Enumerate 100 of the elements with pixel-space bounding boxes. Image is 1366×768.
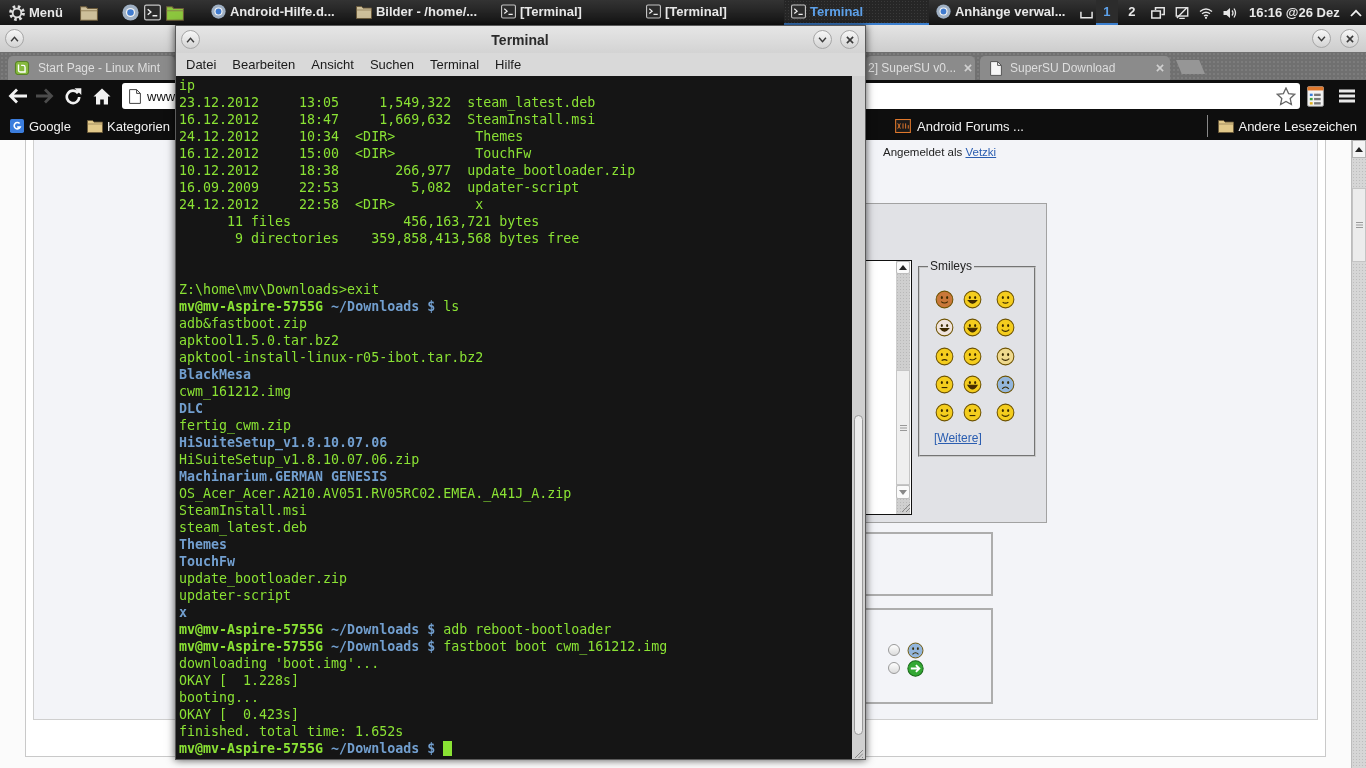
wifi-icon[interactable] (1198, 6, 1213, 19)
minimize-button[interactable] (1312, 29, 1331, 48)
more-smileys-link[interactable]: [Weitere] (934, 431, 982, 446)
browser-icon[interactable] (121, 4, 139, 21)
radio-button[interactable] (888, 644, 900, 656)
bookmark-item[interactable]: Android Forums ... (895, 115, 1024, 137)
close-button[interactable] (840, 30, 859, 49)
terminal-line: OS_Acer_Acer.A210.AV051.RV05RC02.EMEA._A41J_A.zip (179, 485, 572, 502)
terminal-line: 9 directories 359,858,413,568 bytes free (234, 230, 580, 247)
arrow-right-icon[interactable] (907, 659, 924, 677)
menu-item[interactable]: Datei (178, 54, 225, 75)
task-button[interactable]: [Terminal] (493, 0, 639, 25)
scrollbar-thumb[interactable] (854, 415, 863, 735)
maximize-button[interactable] (181, 30, 200, 49)
triangle-up-icon (1355, 146, 1363, 152)
logo-icon (14, 61, 30, 75)
smiley-icon[interactable] (963, 318, 982, 338)
terminal-line: 16.09.2009 22:53 5,082 updater-script (179, 179, 580, 196)
maximize-button[interactable] (5, 29, 24, 48)
windows-icon[interactable] (1150, 6, 1165, 19)
scroll-up-button[interactable] (896, 261, 910, 274)
address-field[interactable] (866, 83, 1300, 109)
bookmark-item[interactable]: Google (9, 115, 83, 137)
menu-button[interactable]: Menü (9, 1, 63, 24)
smiley-icon[interactable] (963, 346, 982, 366)
document-icon[interactable] (1307, 85, 1324, 107)
terminal-line: 23.12.2012 13:05 1,549,322 steam_latest.deb (179, 94, 596, 111)
task-button[interactable]: [Terminal] (638, 0, 784, 25)
menu-item[interactable]: Suchen (361, 54, 422, 75)
back-arrow-icon[interactable] (8, 88, 28, 104)
terminal-line: apktool1.5.0.tar.bz2 (179, 332, 340, 349)
prompt-path: ~/Downloads $ (331, 741, 436, 756)
smiley-icon[interactable] (963, 290, 982, 309)
task-button[interactable]: Android-Hilfe.d... (203, 0, 349, 25)
workspace-button[interactable]: 1 (1095, 0, 1118, 25)
smiley-icon[interactable] (963, 403, 982, 423)
workspace-button[interactable]: 2 (1120, 0, 1143, 25)
scrollbar-thumb[interactable] (896, 370, 910, 485)
task-button[interactable]: Anhänge verwal... (928, 0, 1074, 25)
smileys-legend: Smileys (928, 259, 974, 273)
menu-item[interactable]: Ansicht (303, 54, 362, 75)
resize-grip-icon[interactable] (854, 749, 863, 758)
scroll-up-button[interactable] (1352, 140, 1366, 158)
task-button[interactable]: Bilder - /home/... (348, 0, 494, 25)
command-text: fastboot boot cwm_161212.img (443, 639, 668, 654)
close-icon (1345, 34, 1354, 43)
star-icon[interactable] (1276, 86, 1296, 106)
folder-icon[interactable] (79, 4, 98, 21)
reload-icon[interactable] (64, 87, 82, 105)
scroll-down-button[interactable] (896, 485, 910, 499)
terminal-line: downloading 'boot.img'... (179, 655, 380, 672)
smiley-icon[interactable] (996, 318, 1015, 338)
clock[interactable]: 16:16 @26 Dez (1248, 5, 1340, 20)
close-button[interactable] (1340, 29, 1359, 48)
bookmark-item[interactable]: Kategorien (87, 115, 177, 137)
user-link[interactable]: Vetzki (965, 146, 997, 158)
menu-item[interactable]: Terminal (422, 54, 488, 75)
volume-icon[interactable] (1222, 6, 1237, 19)
command-text: adb reboot-bootloader (443, 622, 612, 637)
triangle-up-icon (899, 265, 907, 270)
terminal-line: HiSuiteSetup_v1.8.10.07.06.zip (179, 451, 420, 468)
home-icon[interactable] (93, 87, 111, 105)
smiley-icon[interactable] (996, 374, 1015, 394)
terminal-line: 24.12.2012 22:58 <DIR> x (179, 196, 484, 213)
smiley-icon[interactable] (935, 346, 954, 366)
terminal-icon[interactable] (143, 4, 161, 21)
smiley-icon[interactable] (935, 290, 954, 309)
screen-icon[interactable] (1174, 6, 1189, 19)
grip-icon (1355, 222, 1363, 228)
show-desktop-icon[interactable] (1079, 10, 1093, 19)
address-field[interactable]: www (122, 83, 175, 109)
minimize-button[interactable] (813, 30, 832, 49)
terminal-line: 16.12.2012 18:47 1,669,632 SteamInstall.msi (179, 111, 596, 128)
scrollbar-thumb[interactable] (1352, 188, 1366, 262)
task-button[interactable]: Terminal (783, 0, 929, 25)
smiley-icon[interactable] (996, 290, 1015, 309)
terminal-line: update_bootloader.zip (179, 570, 348, 587)
sad-face-icon[interactable] (907, 641, 924, 659)
folder-icon[interactable] (165, 4, 184, 21)
terminal-icon (500, 4, 516, 19)
smiley-icon[interactable] (935, 403, 954, 423)
bookmark-item[interactable]: Andere Lesezeichen (1218, 115, 1357, 137)
smiley-icon[interactable] (935, 318, 954, 338)
terminal-line: 16.12.2012 15:00 <DIR> TouchFw (179, 145, 532, 162)
terminal-line: adb&fastboot.zip (179, 315, 308, 332)
chevron-down-icon (1317, 35, 1326, 42)
chevron-up-icon[interactable] (1349, 8, 1362, 17)
terminal-line: cwm_161212.img (179, 383, 292, 400)
resize-grip-icon[interactable] (901, 503, 910, 512)
menu-icon[interactable] (1339, 89, 1355, 103)
menu-item[interactable]: Bearbeiten (224, 54, 304, 75)
terminal-icon (790, 4, 806, 19)
directory-name: x (179, 604, 187, 621)
smiley-icon[interactable] (935, 374, 954, 394)
message-field[interactable] (866, 260, 912, 515)
smiley-icon[interactable] (996, 403, 1015, 423)
smiley-icon[interactable] (963, 374, 982, 394)
radio-button[interactable] (888, 662, 900, 674)
smiley-icon[interactable] (996, 346, 1015, 366)
menu-item[interactable]: Hilfe (487, 54, 530, 75)
